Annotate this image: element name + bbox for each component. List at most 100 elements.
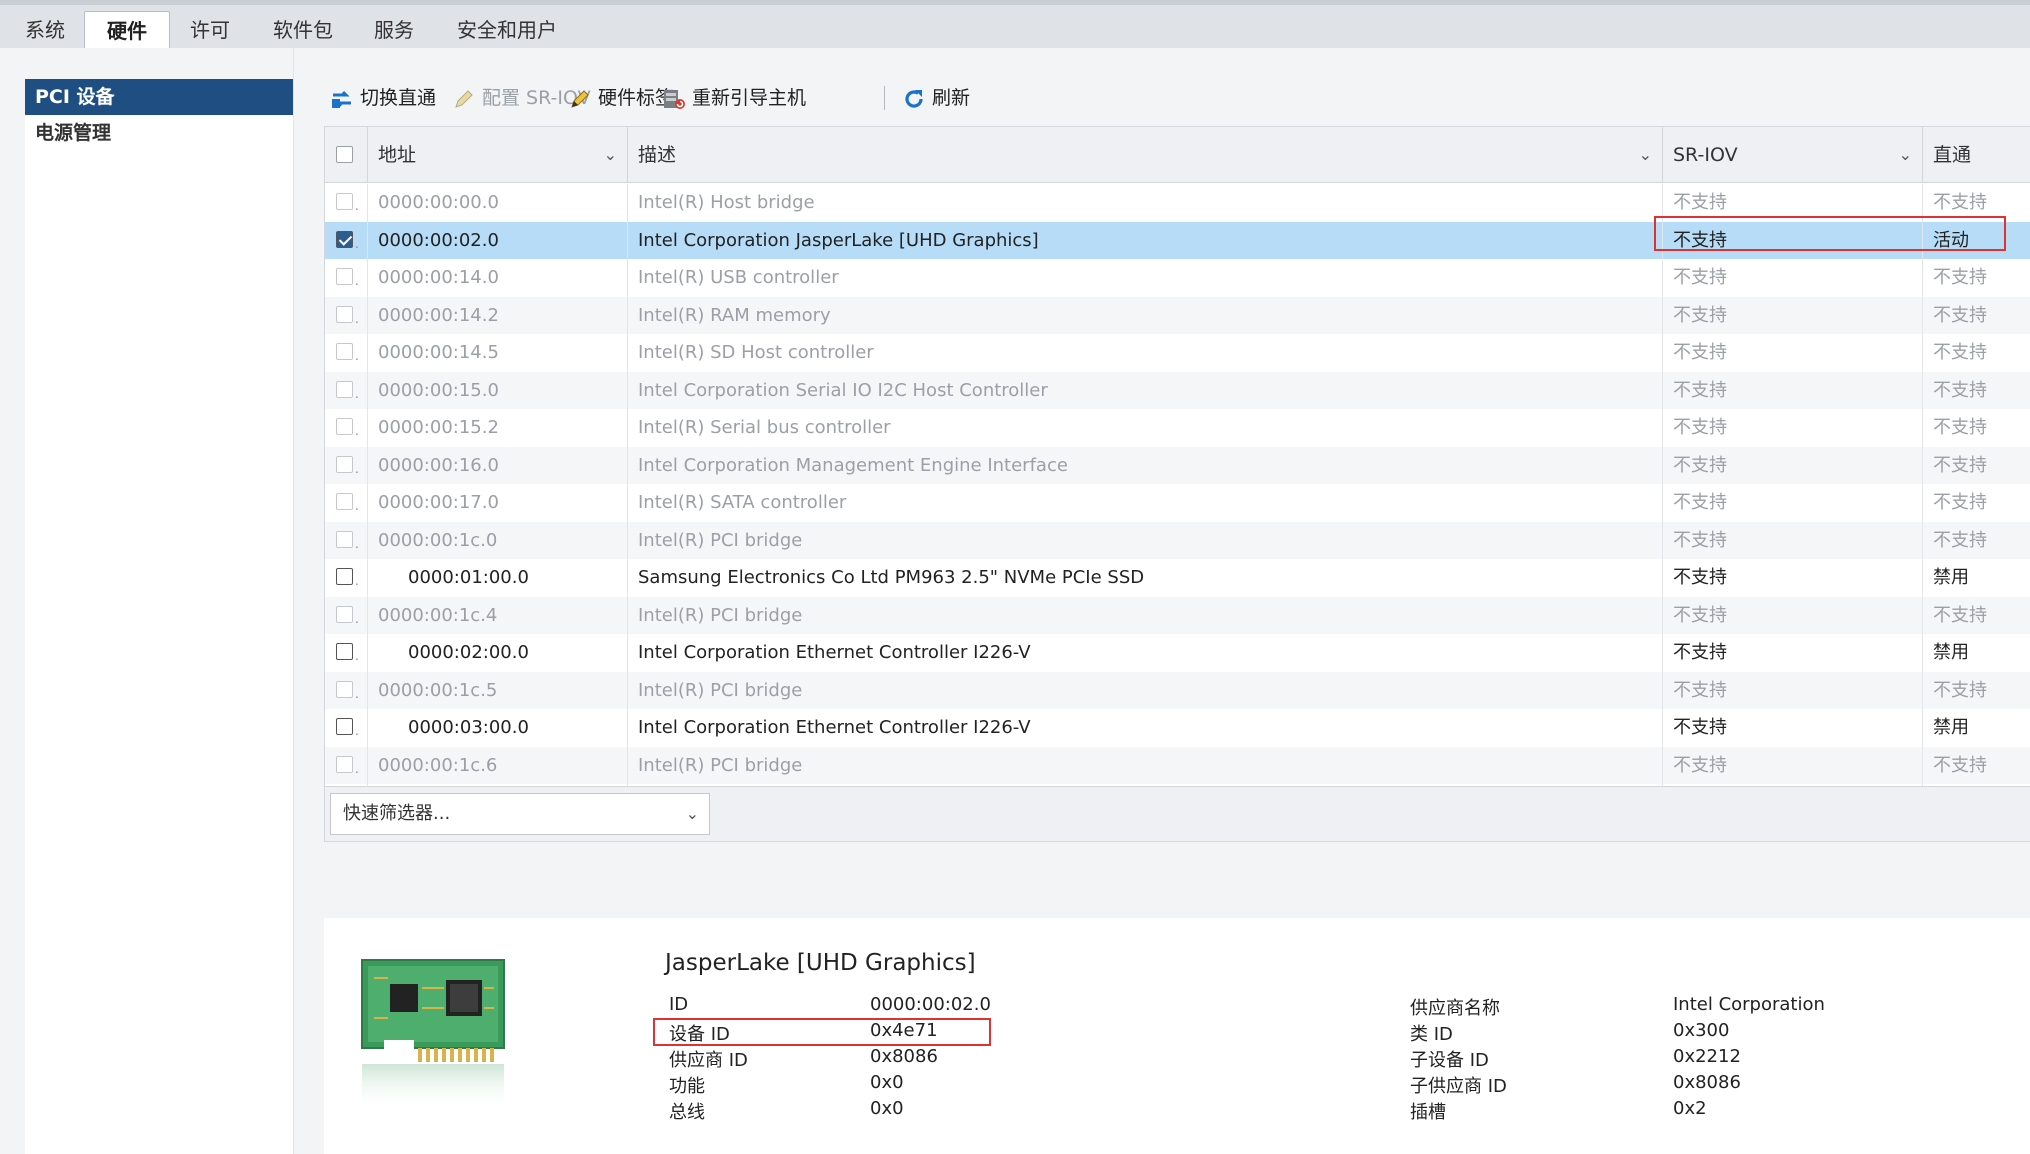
table-row[interactable]: . 0000:03:00.0 Intel Corporation Ethernet … bbox=[325, 709, 2030, 747]
row-checkbox-ellipsis: . bbox=[355, 349, 359, 363]
table-row[interactable]: . 0000:00:02.0 Intel Corporation JasperLak… bbox=[325, 221, 2030, 259]
cell-passthrough: 不支持 bbox=[1933, 492, 1987, 513]
row-select-cell: . bbox=[325, 296, 368, 334]
pencil-icon bbox=[568, 85, 592, 109]
row-checkbox[interactable] bbox=[336, 343, 353, 360]
row-checkbox[interactable] bbox=[336, 193, 353, 210]
column-header-passthrough[interactable]: 直通 bbox=[1923, 127, 2030, 183]
cell-sriov: 不支持 bbox=[1663, 559, 1923, 597]
chevron-down-icon[interactable]: ⌄ bbox=[604, 127, 617, 183]
cell-sriov: 不支持 bbox=[1663, 634, 1923, 672]
row-checkbox[interactable] bbox=[336, 568, 353, 585]
row-checkbox[interactable] bbox=[336, 380, 353, 398]
row-checkbox-ellipsis: . bbox=[355, 649, 359, 663]
cell-passthrough: 不支持 bbox=[1933, 379, 1987, 401]
table-row[interactable]: . 0000:00:1c.6 Intel(R) PCI bridge 不支持 不支持 bbox=[325, 746, 2030, 784]
row-checkbox[interactable] bbox=[336, 268, 353, 285]
tab-packages[interactable]: 软件包 bbox=[251, 11, 355, 53]
row-checkbox-ellipsis: . bbox=[355, 461, 359, 476]
table-row[interactable]: . 0000:00:1c.5 Intel(R) PCI bridge 不支持 不支持 bbox=[325, 671, 2030, 709]
row-select-cell: . bbox=[325, 709, 368, 747]
row-checkbox-ellipsis: . bbox=[355, 311, 359, 326]
row-checkbox[interactable] bbox=[336, 418, 353, 435]
reboot-host-button[interactable]: 重新引导主机 bbox=[662, 78, 806, 118]
row-select-cell: . bbox=[325, 334, 368, 372]
column-header-description-label: 描述 bbox=[638, 144, 677, 166]
cell-address: 0000:00:1c.6 bbox=[368, 746, 628, 784]
table-row[interactable]: . 0000:00:00.0 Intel(R) Host bridge 不支持 不支持 bbox=[325, 184, 2030, 222]
tab-license[interactable]: 许可 bbox=[168, 11, 252, 53]
cell-address: 0000:00:17.0 bbox=[368, 484, 628, 522]
cell-address: 0000:00:1c.5 bbox=[368, 671, 628, 709]
row-checkbox[interactable] bbox=[336, 643, 353, 660]
chevron-down-icon[interactable]: ⌄ bbox=[686, 794, 699, 834]
table-row[interactable]: . 0000:00:1c.0 Intel(R) PCI bridge 不支持 不支持 bbox=[325, 521, 2030, 559]
table-row[interactable]: . 0000:01:00.0 Samsung Electronics Co Ltd … bbox=[325, 559, 2030, 597]
column-header-address[interactable]: 地址 ⌄ bbox=[368, 127, 628, 183]
sidebar-item-pci-devices[interactable]: PCI 设备 bbox=[25, 79, 293, 115]
cell-address: 0000:00:15.2 bbox=[368, 409, 628, 447]
refresh-icon bbox=[902, 85, 926, 109]
row-select-cell: . bbox=[325, 746, 368, 784]
table-row[interactable]: . 0000:00:17.0 Intel(R) SATA controller 不支持… bbox=[325, 484, 2030, 522]
row-select-cell: . bbox=[325, 446, 368, 484]
row-checkbox[interactable] bbox=[336, 680, 353, 698]
column-header-description[interactable]: 描述 ⌄ bbox=[628, 127, 1663, 183]
detail-key-slot: 插槽 bbox=[1410, 1102, 1446, 1123]
chevron-down-icon[interactable]: ⌄ bbox=[1639, 127, 1652, 183]
table-row[interactable]: . 0000:02:00.0 Intel Corporation Ethernet … bbox=[325, 634, 2030, 672]
cell-sriov: 不支持 bbox=[1663, 221, 1923, 259]
table-header: 地址 ⌄ 描述 ⌄ SR-IOV ⌄ 直通 bbox=[325, 127, 2030, 183]
hardware-label-button[interactable]: 硬件标签 bbox=[568, 78, 674, 118]
row-checkbox[interactable] bbox=[336, 755, 353, 773]
row-checkbox[interactable] bbox=[336, 493, 353, 510]
row-select-cell: . bbox=[325, 484, 368, 522]
passthrough-icon bbox=[330, 85, 354, 109]
table-row[interactable]: . 0000:00:14.5 Intel(R) SD Host controller… bbox=[325, 334, 2030, 372]
detail-value-subdevice-id: 0x2212 bbox=[1673, 1046, 1741, 1067]
reboot-host-icon bbox=[662, 85, 686, 109]
cell-description: Intel(R) PCI bridge bbox=[628, 596, 1663, 634]
sidebar-item-power-management[interactable]: 电源管理 bbox=[25, 115, 293, 151]
row-select-cell: . bbox=[325, 221, 368, 259]
table-row[interactable]: . 0000:00:14.2 Intel(R) RAM memory 不支持 不支持 bbox=[325, 296, 2030, 334]
table-row[interactable]: . 0000:00:15.2 Intel(R) Serial bus control… bbox=[325, 409, 2030, 447]
cell-address: 0000:00:15.0 bbox=[368, 371, 628, 409]
row-checkbox-ellipsis: . bbox=[355, 574, 359, 588]
cell-description: Intel Corporation Serial IO I2C Host Con… bbox=[628, 371, 1663, 409]
pencil-icon bbox=[452, 85, 476, 109]
cell-sriov: 不支持 bbox=[1663, 484, 1923, 522]
table-row[interactable]: . 0000:00:15.0 Intel Corporation Serial IO… bbox=[325, 371, 2030, 409]
column-header-sriov[interactable]: SR-IOV ⌄ bbox=[1663, 127, 1923, 183]
tab-hardware[interactable]: 硬件 bbox=[84, 11, 170, 53]
quick-filter-input[interactable]: 快速筛选器... ⌄ bbox=[330, 793, 710, 835]
row-checkbox[interactable] bbox=[336, 455, 353, 473]
detail-value-slot: 0x2 bbox=[1673, 1098, 1707, 1119]
row-checkbox[interactable] bbox=[336, 230, 353, 248]
detail-value-device-id: 0x4e71 bbox=[870, 1020, 938, 1041]
chevron-down-icon[interactable]: ⌄ bbox=[1899, 127, 1912, 183]
cell-description: Intel(R) PCI bridge bbox=[628, 746, 1663, 784]
row-checkbox[interactable] bbox=[336, 305, 353, 323]
refresh-button[interactable]: 刷新 bbox=[902, 78, 970, 118]
row-select-cell: . bbox=[325, 596, 368, 634]
select-all-checkbox[interactable] bbox=[336, 146, 353, 163]
table-row[interactable]: . 0000:00:1c.4 Intel(R) PCI bridge 不支持 不支持 bbox=[325, 596, 2030, 634]
table-row[interactable]: . 0000:00:16.0 Intel Corporation Managemen… bbox=[325, 446, 2030, 484]
row-checkbox[interactable] bbox=[336, 605, 353, 623]
cell-passthrough: 禁用 bbox=[1933, 717, 1969, 738]
detail-value-bus: 0x0 bbox=[870, 1098, 904, 1119]
cell-address: 0000:00:14.5 bbox=[368, 334, 628, 372]
row-checkbox-ellipsis: . bbox=[355, 611, 359, 626]
cell-description: Intel(R) USB controller bbox=[628, 259, 1663, 297]
tab-services[interactable]: 服务 bbox=[352, 11, 436, 53]
row-checkbox[interactable] bbox=[336, 530, 353, 548]
row-checkbox[interactable] bbox=[336, 718, 353, 735]
row-select-cell: . bbox=[325, 371, 368, 409]
table-row[interactable]: . 0000:00:14.0 Intel(R) USB controller 不支持不… bbox=[325, 259, 2030, 297]
tab-system[interactable]: 系统 bbox=[3, 11, 87, 53]
toggle-passthrough-button[interactable]: 切换直通 bbox=[330, 78, 436, 118]
row-checkbox-ellipsis: . bbox=[355, 424, 359, 438]
tab-security-users[interactable]: 安全和用户 bbox=[435, 11, 579, 53]
row-select-cell: . bbox=[325, 671, 368, 709]
